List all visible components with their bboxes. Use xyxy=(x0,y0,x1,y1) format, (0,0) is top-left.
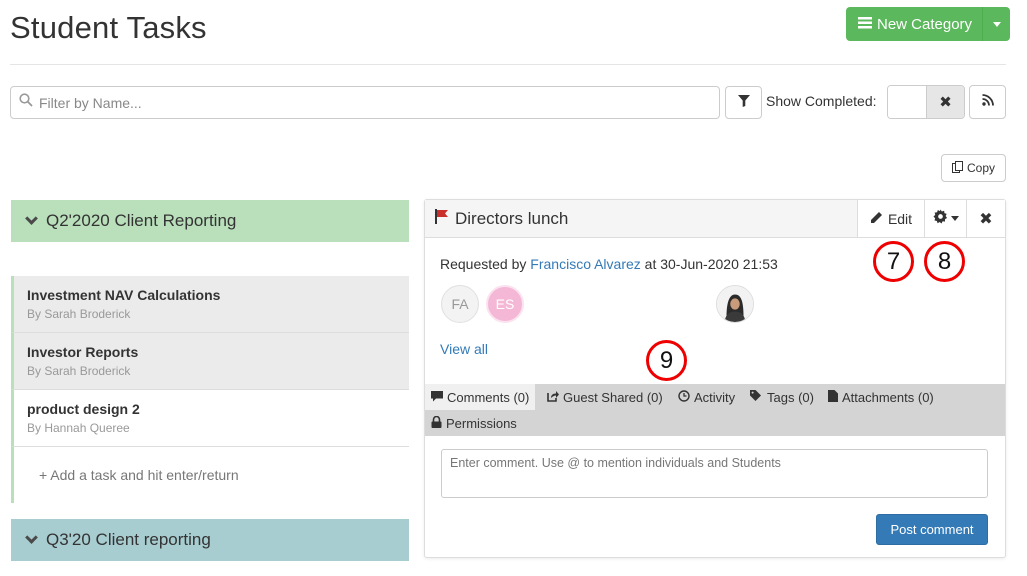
detail-tabs: Comments (0) Guest Shared (0) Activity T… xyxy=(425,384,1005,436)
list-icon xyxy=(858,16,872,33)
task-author: By Sarah Broderick xyxy=(27,364,131,378)
close-icon: ✖ xyxy=(979,210,993,228)
view-all-link[interactable]: View all xyxy=(440,341,488,357)
post-comment-button[interactable]: Post comment xyxy=(876,514,988,545)
share-icon xyxy=(547,390,559,405)
task-list: Investment NAV Calculations By Sarah Bro… xyxy=(11,276,409,503)
tab-label: Guest Shared (0) xyxy=(563,389,663,405)
task-title: Investor Reports xyxy=(27,344,139,360)
new-category-button-group: New Category xyxy=(846,7,1011,41)
header-divider xyxy=(10,64,1006,65)
tab-comments[interactable]: Comments (0) xyxy=(425,384,536,410)
search-icon xyxy=(19,93,33,112)
requester-link[interactable]: Francisco Alvarez xyxy=(530,256,640,272)
task-author: By Hannah Queree xyxy=(27,421,130,435)
task-detail-panel: Directors lunch Edit ✖ Requested by Fran… xyxy=(424,199,1006,558)
comment-input[interactable]: Enter comment. Use @ to mention individu… xyxy=(441,449,988,498)
edit-label: Edit xyxy=(887,210,913,227)
toggle-option-on[interactable] xyxy=(888,86,926,118)
file-icon xyxy=(828,389,838,405)
filter-input[interactable] xyxy=(39,94,699,111)
close-panel-button[interactable]: ✖ xyxy=(966,200,1005,237)
tab-attachments[interactable]: Attachments (0) xyxy=(822,384,940,410)
show-completed-toggle[interactable]: ✖ xyxy=(887,85,965,119)
task-title: Investment NAV Calculations xyxy=(27,287,221,303)
tab-label: Comments (0) xyxy=(447,389,530,405)
toggle-option-off[interactable]: ✖ xyxy=(925,86,964,118)
show-completed-label: Show Completed: xyxy=(766,93,877,109)
lock-icon xyxy=(431,415,442,431)
edit-button[interactable]: Edit xyxy=(857,200,924,237)
tab-label: Activity xyxy=(694,389,736,405)
caret-down-icon xyxy=(950,216,959,221)
task-detail-header: Directors lunch Edit ✖ xyxy=(425,200,1005,238)
requested-date: at 30-Jun-2020 21:53 xyxy=(644,256,778,272)
tags-icon xyxy=(750,389,763,405)
avatar[interactable]: FA xyxy=(441,285,479,323)
callout-marker: 9 xyxy=(646,340,687,381)
category-header-q3-20[interactable]: Q3'20 Client reporting xyxy=(11,519,409,561)
tab-label: Tags (0) xyxy=(767,389,814,405)
copy-icon xyxy=(951,160,963,176)
task-author: By Sarah Broderick xyxy=(27,307,131,321)
callout-marker: 8 xyxy=(924,241,965,282)
category-header-q2-2020[interactable]: Q2'2020 Client Reporting xyxy=(11,200,409,242)
caret-down-icon xyxy=(992,21,1001,27)
funnel-icon xyxy=(737,94,750,112)
new-category-label: New Category xyxy=(877,15,973,33)
tab-label: Permissions xyxy=(446,415,517,431)
requested-by-line: Requested by Francisco Alvarez at 30-Jun… xyxy=(440,256,778,272)
task-title: product design 2 xyxy=(27,401,140,417)
chevron-down-icon xyxy=(25,531,38,544)
task-item[interactable]: Investment NAV Calculations By Sarah Bro… xyxy=(11,276,409,333)
requested-prefix: Requested by xyxy=(440,256,527,272)
pencil-icon xyxy=(870,211,883,227)
copy-button[interactable]: Copy xyxy=(941,154,1006,182)
task-detail-title: Directors lunch xyxy=(435,209,568,229)
chevron-down-icon xyxy=(25,212,38,225)
tab-permissions[interactable]: Permissions xyxy=(425,410,523,436)
filter-button[interactable] xyxy=(725,86,762,119)
settings-dropdown-button[interactable] xyxy=(924,200,966,237)
rss-icon xyxy=(981,93,994,111)
comment-icon xyxy=(431,390,443,405)
page-title: Student Tasks xyxy=(10,10,207,45)
close-icon: ✖ xyxy=(939,94,952,111)
callout-marker: 7 xyxy=(873,241,914,282)
copy-label: Copy xyxy=(966,161,995,175)
new-category-dropdown-toggle[interactable] xyxy=(983,7,1011,41)
rss-feed-button[interactable] xyxy=(969,85,1006,119)
add-task-input[interactable]: + Add a task and hit enter/return xyxy=(11,447,409,503)
tab-activity[interactable]: Activity xyxy=(672,384,741,410)
category-name: Q3'20 Client reporting xyxy=(46,530,211,549)
task-item[interactable]: Investor Reports By Sarah Broderick xyxy=(11,333,409,390)
clock-icon xyxy=(678,389,690,405)
tab-label: Attachments (0) xyxy=(842,389,934,405)
avatar-photo[interactable] xyxy=(716,285,754,323)
task-item[interactable]: product design 2 By Hannah Queree xyxy=(11,390,409,447)
category-name: Q2'2020 Client Reporting xyxy=(46,211,237,230)
tab-tags[interactable]: Tags (0) xyxy=(744,384,820,410)
tab-guest-shared[interactable]: Guest Shared (0) xyxy=(541,384,669,410)
avatar[interactable]: ES xyxy=(486,285,524,323)
task-title-text: Directors lunch xyxy=(455,209,569,228)
flag-icon xyxy=(435,209,449,229)
new-category-button[interactable]: New Category xyxy=(846,7,984,41)
filter-field xyxy=(10,86,720,119)
gear-icon xyxy=(932,208,948,229)
